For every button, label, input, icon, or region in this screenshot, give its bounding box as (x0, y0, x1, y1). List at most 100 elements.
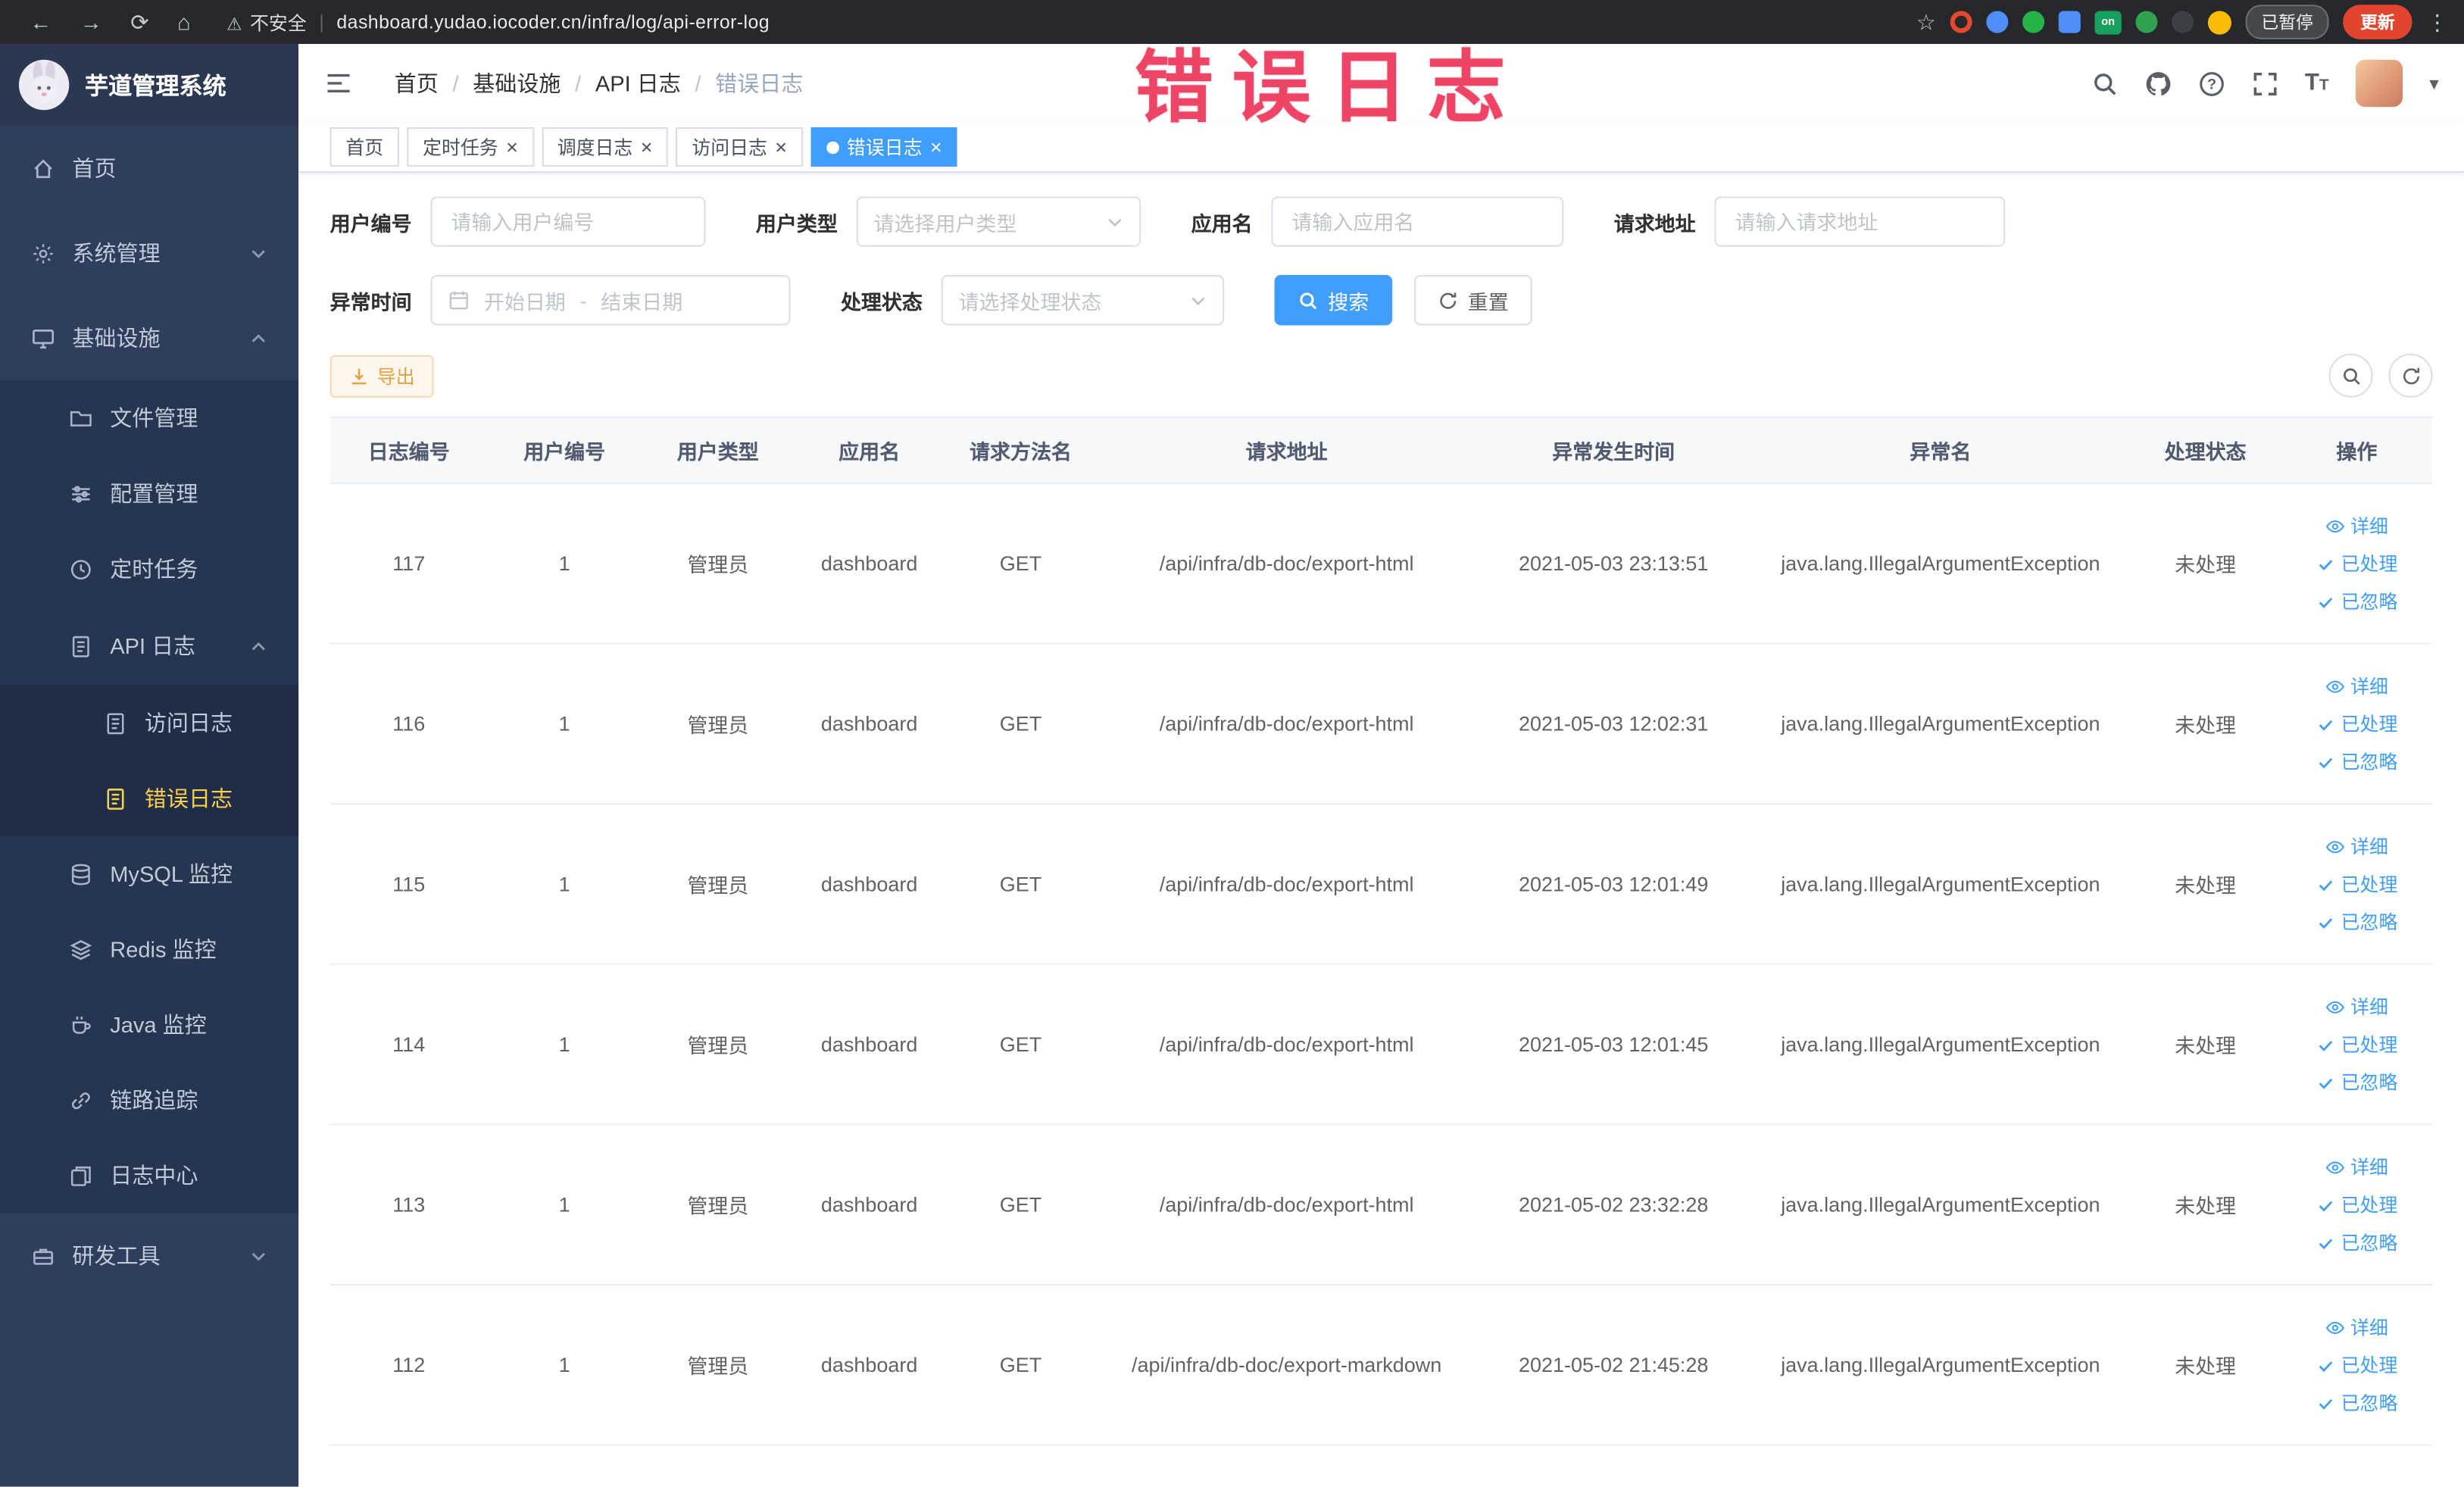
update-button[interactable]: 更新 (2343, 5, 2412, 39)
user-type-select[interactable]: 请选择用户类型 (856, 196, 1141, 247)
ignored-link[interactable]: 已忽略 (2316, 1229, 2397, 1255)
sidebar-item-tracing[interactable]: 链路追踪 (0, 1062, 298, 1138)
extension-icon-blue[interactable] (1986, 11, 2009, 33)
app-name-input[interactable] (1271, 196, 1564, 247)
header-actions: ? (2091, 59, 2439, 108)
tab-scheduled-jobs[interactable]: 定时任务 (407, 127, 534, 167)
cell-log-id: 115 (392, 872, 426, 896)
eye-icon (2325, 1161, 2344, 1173)
extension-icon-leaf[interactable] (2135, 11, 2158, 33)
chevron-down-icon (251, 1251, 265, 1261)
close-icon[interactable] (775, 135, 787, 158)
forward-icon[interactable] (66, 11, 116, 33)
sidebar-item-error-log[interactable]: 错误日志 (0, 761, 298, 836)
cell-request-url: /api/infra/db-doc/export-html (1159, 711, 1414, 736)
paused-badge[interactable]: 已暂停 (2245, 5, 2329, 39)
search-toggle-button[interactable] (2328, 353, 2373, 398)
ignored-link[interactable]: 已忽略 (2316, 1389, 2397, 1416)
ignored-link[interactable]: 已忽略 (2316, 1069, 2397, 1095)
tab-error-log[interactable]: 错误日志 (810, 127, 958, 167)
search-button[interactable]: 搜索 (1274, 275, 1393, 326)
extension-icon-ring[interactable] (1950, 11, 1972, 33)
processed-link[interactable]: 已处理 (2316, 1351, 2397, 1378)
tab-home[interactable]: 首页 (329, 127, 399, 167)
column-header-user-id: 用户编号 (523, 439, 606, 464)
warning-icon (226, 10, 242, 33)
detail-link[interactable]: 详细 (2325, 1154, 2388, 1180)
github-icon[interactable] (2144, 70, 2171, 96)
extension-icon-grid[interactable] (2058, 11, 2081, 33)
export-button[interactable]: 导出 (329, 354, 434, 397)
breadcrumb-home[interactable]: 首页 (395, 67, 439, 98)
close-icon[interactable] (930, 135, 942, 158)
browser-home-icon[interactable] (163, 11, 205, 33)
detail-link[interactable]: 详细 (2325, 673, 2388, 699)
cell-time: 2021-05-03 23:13:51 (1518, 551, 1709, 576)
font-size-icon[interactable] (2305, 69, 2329, 97)
tab-access-log[interactable]: 访问日志 (676, 127, 803, 167)
extension-on-badge[interactable]: on (2094, 10, 2122, 34)
chevron-down-icon (1191, 296, 1205, 305)
processed-link[interactable]: 已处理 (2316, 1192, 2397, 1218)
processed-link[interactable]: 已处理 (2316, 711, 2397, 737)
sidebar-item-access-log[interactable]: 访问日志 (0, 686, 298, 761)
date-range-picker[interactable]: 开始日期 - 结束日期 (430, 275, 791, 326)
reset-button[interactable]: 重置 (1414, 275, 1532, 326)
status-select[interactable]: 请选择处理状态 (941, 275, 1225, 326)
cell-method: GET (999, 1192, 1042, 1217)
cell-request-url: /api/infra/db-doc/export-html (1159, 1032, 1414, 1057)
sidebar-item-file-mgmt[interactable]: 文件管理 (0, 380, 298, 456)
sidebar-item-redis-monitor[interactable]: Redis 监控 (0, 911, 298, 987)
hamburger-icon[interactable] (323, 70, 353, 95)
sidebar-item-home[interactable]: 首页 (0, 126, 298, 211)
processed-link[interactable]: 已处理 (2316, 1031, 2397, 1057)
help-icon[interactable]: ? (2198, 70, 2225, 96)
smiley-extension-icon[interactable] (2207, 10, 2231, 34)
detail-link[interactable]: 详细 (2325, 993, 2388, 1020)
browser-menu-icon[interactable] (2426, 11, 2448, 33)
breadcrumb-infrastructure[interactable]: 基础设施 (473, 67, 561, 98)
search-icon[interactable] (2091, 70, 2118, 96)
sidebar-item-mysql-monitor[interactable]: MySQL 监控 (0, 836, 298, 912)
processed-link[interactable]: 已处理 (2316, 550, 2397, 576)
ignored-link[interactable]: 已忽略 (2316, 588, 2397, 614)
security-chip[interactable]: 不安全 (226, 8, 307, 35)
table-toolbar: 导出 (329, 353, 2433, 398)
cell-exception: java.lang.IllegalArgumentException (1781, 551, 2100, 576)
address-bar-url[interactable]: dashboard.yudao.iocoder.cn/infra/log/api… (336, 11, 770, 33)
sidebar-item-api-log[interactable]: API 日志 (0, 607, 298, 686)
detail-link[interactable]: 详细 (2325, 833, 2388, 860)
sidebar-item-java-monitor[interactable]: Java 监控 (0, 987, 298, 1063)
bookmark-star-icon[interactable] (1916, 11, 1936, 33)
breadcrumb-api-log[interactable]: API 日志 (595, 67, 681, 98)
sidebar-item-config-mgmt[interactable]: 配置管理 (0, 456, 298, 532)
fullscreen-icon[interactable] (2251, 70, 2278, 96)
app-logo[interactable]: 芋道管理系统 (0, 44, 299, 126)
close-icon[interactable] (641, 135, 653, 158)
sidebar-item-infrastructure[interactable]: 基础设施 (0, 295, 298, 380)
ignored-link[interactable]: 已忽略 (2316, 908, 2397, 935)
back-icon[interactable] (16, 11, 66, 33)
close-icon[interactable] (506, 135, 518, 158)
tab-schedule-log[interactable]: 调度日志 (541, 127, 669, 167)
extension-icon-green[interactable] (2022, 11, 2045, 33)
sidebar-item-dev-tools[interactable]: 研发工具 (0, 1214, 298, 1298)
chevron-down-icon (1108, 217, 1122, 226)
cell-app-name: dashboard (820, 872, 918, 896)
svg-text:?: ? (2206, 76, 2216, 92)
user-id-input[interactable] (430, 196, 706, 247)
sidebar-item-log-center[interactable]: 日志中心 (0, 1138, 298, 1214)
processed-link[interactable]: 已处理 (2316, 870, 2397, 897)
sidebar-item-scheduled-jobs[interactable]: 定时任务 (0, 531, 298, 607)
sidebar-item-system-mgmt[interactable]: 系统管理 (0, 211, 298, 295)
sidebar-item-label: MySQL 监控 (110, 861, 233, 887)
avatar-caret-icon[interactable] (2429, 69, 2439, 97)
request-url-input[interactable] (1714, 196, 2006, 247)
user-avatar[interactable] (2355, 59, 2403, 108)
reload-icon[interactable] (117, 11, 164, 33)
detail-link[interactable]: 详细 (2325, 512, 2388, 539)
refresh-button[interactable] (2388, 353, 2433, 398)
ignored-link[interactable]: 已忽略 (2316, 748, 2397, 775)
extension-icon-dark[interactable] (2172, 11, 2194, 33)
detail-link[interactable]: 详细 (2325, 1314, 2388, 1340)
